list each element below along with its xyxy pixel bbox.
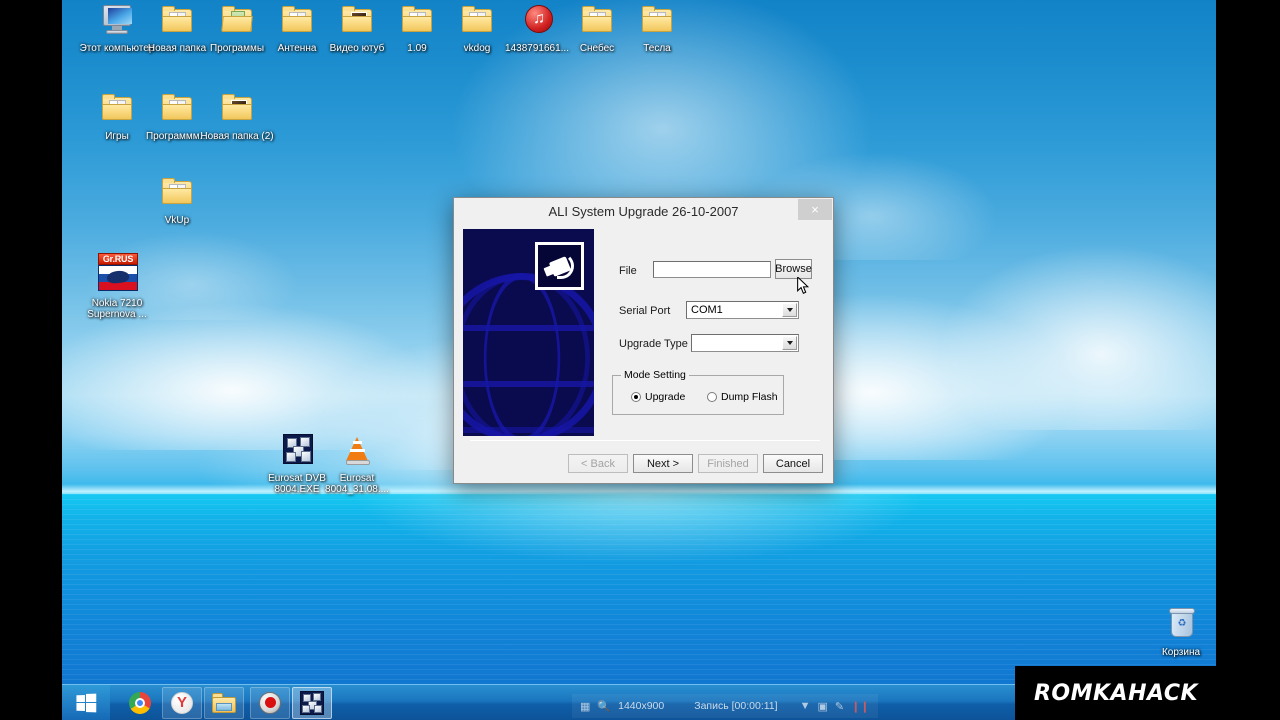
folder-icon bbox=[336, 4, 378, 40]
mode-setting-group: Mode Setting Upgrade Dump Flash bbox=[612, 369, 784, 415]
folder-icon bbox=[276, 4, 318, 40]
next-button[interactable]: Next > bbox=[633, 454, 693, 473]
radio-dump-flash[interactable]: Dump Flash bbox=[707, 391, 778, 403]
browse-button[interactable]: Browse bbox=[775, 259, 812, 279]
desktop-icon-label: vkdog bbox=[463, 43, 491, 54]
chevron-down-icon[interactable] bbox=[782, 303, 797, 317]
desktop-icon-novaya-papka-2[interactable]: Новая папка (2) bbox=[198, 92, 276, 142]
taskbar-item-yandex[interactable] bbox=[162, 686, 202, 719]
taskbar-item-eurosat-dvb[interactable] bbox=[292, 686, 332, 719]
globe-parallel bbox=[463, 427, 594, 433]
desktop-icon-label: Программы bbox=[209, 43, 265, 54]
folder-icon bbox=[576, 4, 618, 40]
taskbar-item-chrome[interactable] bbox=[120, 687, 160, 719]
finished-button[interactable]: Finished bbox=[698, 454, 758, 473]
chevron-down-icon[interactable]: ▼ bbox=[800, 700, 811, 712]
gr-rus-badge: Gr.RUS bbox=[98, 253, 138, 265]
search-icon[interactable]: 🔍 bbox=[597, 700, 611, 713]
desktop-icon-label: 1.09 bbox=[407, 43, 427, 54]
pencil-icon[interactable]: ✎ bbox=[835, 700, 844, 713]
cancel-button[interactable]: Cancel bbox=[763, 454, 823, 473]
blocks-icon bbox=[300, 690, 324, 715]
desktop-icon-label: Корзина bbox=[1161, 647, 1201, 658]
desktop-icon-tesla[interactable]: Тесла bbox=[618, 4, 696, 54]
gr-rus-flag-icon: Gr.RUS bbox=[96, 253, 138, 295]
desktop-icon-label: Игры bbox=[105, 131, 129, 142]
file-label: File bbox=[619, 265, 637, 277]
mode-setting-legend: Mode Setting bbox=[621, 369, 689, 381]
mouse-cursor bbox=[797, 277, 810, 295]
chevron-down-icon[interactable] bbox=[782, 336, 797, 350]
globe-parallel bbox=[463, 325, 594, 331]
dialog-banner-image bbox=[463, 229, 594, 436]
explorer-icon bbox=[212, 692, 236, 713]
desktop-icon-label: Eurosat 8004_31.08.... bbox=[325, 473, 389, 495]
computer-icon bbox=[96, 4, 138, 40]
divider bbox=[470, 440, 820, 441]
radio-upgrade[interactable]: Upgrade bbox=[631, 391, 685, 403]
desktop-icon-label: VkUp bbox=[164, 215, 190, 226]
globe-parallel bbox=[463, 381, 594, 387]
window-icon[interactable]: ▦ bbox=[580, 700, 590, 713]
ali-system-upgrade-dialog: ALI System Upgrade 26-10-2007 × File Bro… bbox=[453, 197, 834, 484]
desktop-icon-label: Тесла bbox=[643, 43, 671, 54]
desktop-icon-label: Снебес bbox=[579, 43, 615, 54]
back-button[interactable]: < Back bbox=[568, 454, 628, 473]
screen-recorder-toolbar[interactable]: ▦ 🔍 1440x900 Запись [00:00:11] ▼ ▣ ✎ ❙❙ bbox=[572, 694, 878, 718]
red-app-icon: ♫ bbox=[516, 4, 558, 40]
desktop-icon-nokia-supernova[interactable]: Gr.RUS Nokia 7210 Supernova ... bbox=[78, 253, 156, 320]
record-icon bbox=[259, 691, 281, 714]
desktop-icon-label: Антенна bbox=[277, 43, 317, 54]
desktop-icon-recycle-bin[interactable]: ♻ Корзина bbox=[1142, 608, 1216, 658]
dialog-titlebar[interactable]: ALI System Upgrade 26-10-2007 × bbox=[454, 198, 833, 225]
desktop-icon-label: Новая папка (2) bbox=[200, 131, 274, 142]
taskbar-item-recorder[interactable] bbox=[250, 686, 290, 719]
folder-icon bbox=[216, 92, 258, 128]
desktop-icon-vkup[interactable]: VkUp bbox=[138, 176, 216, 226]
vlc-cone-icon bbox=[336, 434, 378, 470]
folder-icon bbox=[216, 4, 258, 40]
recorder-resolution: 1440x900 bbox=[618, 700, 665, 712]
cable-connector-icon bbox=[535, 242, 584, 290]
folder-icon bbox=[156, 4, 198, 40]
upgrade-type-select[interactable] bbox=[691, 334, 799, 352]
desktop-icon-label: Видео ютуб bbox=[329, 43, 385, 54]
start-button[interactable] bbox=[62, 684, 110, 720]
serial-port-label: Serial Port bbox=[619, 305, 671, 317]
folder-icon bbox=[456, 4, 498, 40]
desktop-icon-eurosat-video[interactable]: Eurosat 8004_31.08.... bbox=[318, 434, 396, 495]
dialog-title: ALI System Upgrade 26-10-2007 bbox=[548, 204, 739, 219]
folder-icon bbox=[156, 176, 198, 212]
recycle-bin-icon: ♻ bbox=[1160, 608, 1202, 644]
upgrade-type-label: Upgrade Type bbox=[619, 338, 688, 350]
watermark-text: ROMKAHACK bbox=[1033, 680, 1199, 706]
recorder-status: Запись [00:00:11] bbox=[694, 700, 778, 712]
desktop-screen: Этот компьютер Новая папка Программы Ант… bbox=[62, 0, 1216, 720]
chrome-icon bbox=[129, 691, 151, 714]
dialog-body: File Browse Serial Port COM1 Upgrade Typ… bbox=[454, 225, 833, 483]
stop-icon[interactable]: ❙❙ bbox=[851, 700, 869, 713]
taskbar-item-explorer[interactable] bbox=[204, 686, 244, 719]
folder-icon bbox=[156, 92, 198, 128]
yandex-icon bbox=[171, 691, 193, 714]
close-icon[interactable]: × bbox=[798, 199, 832, 220]
camera-icon[interactable]: ▣ bbox=[817, 700, 827, 713]
sea-reflection bbox=[350, 494, 928, 564]
file-input[interactable] bbox=[653, 261, 771, 278]
desktop-icon-label: Nokia 7210 Supernova ... bbox=[87, 298, 147, 320]
folder-icon bbox=[636, 4, 678, 40]
watermark-banner: ROMKAHACK bbox=[1015, 666, 1216, 720]
folder-icon bbox=[396, 4, 438, 40]
folder-icon bbox=[96, 92, 138, 128]
serial-port-select[interactable]: COM1 bbox=[686, 301, 799, 319]
blocks-icon bbox=[276, 434, 318, 470]
windows-icon bbox=[76, 693, 97, 712]
